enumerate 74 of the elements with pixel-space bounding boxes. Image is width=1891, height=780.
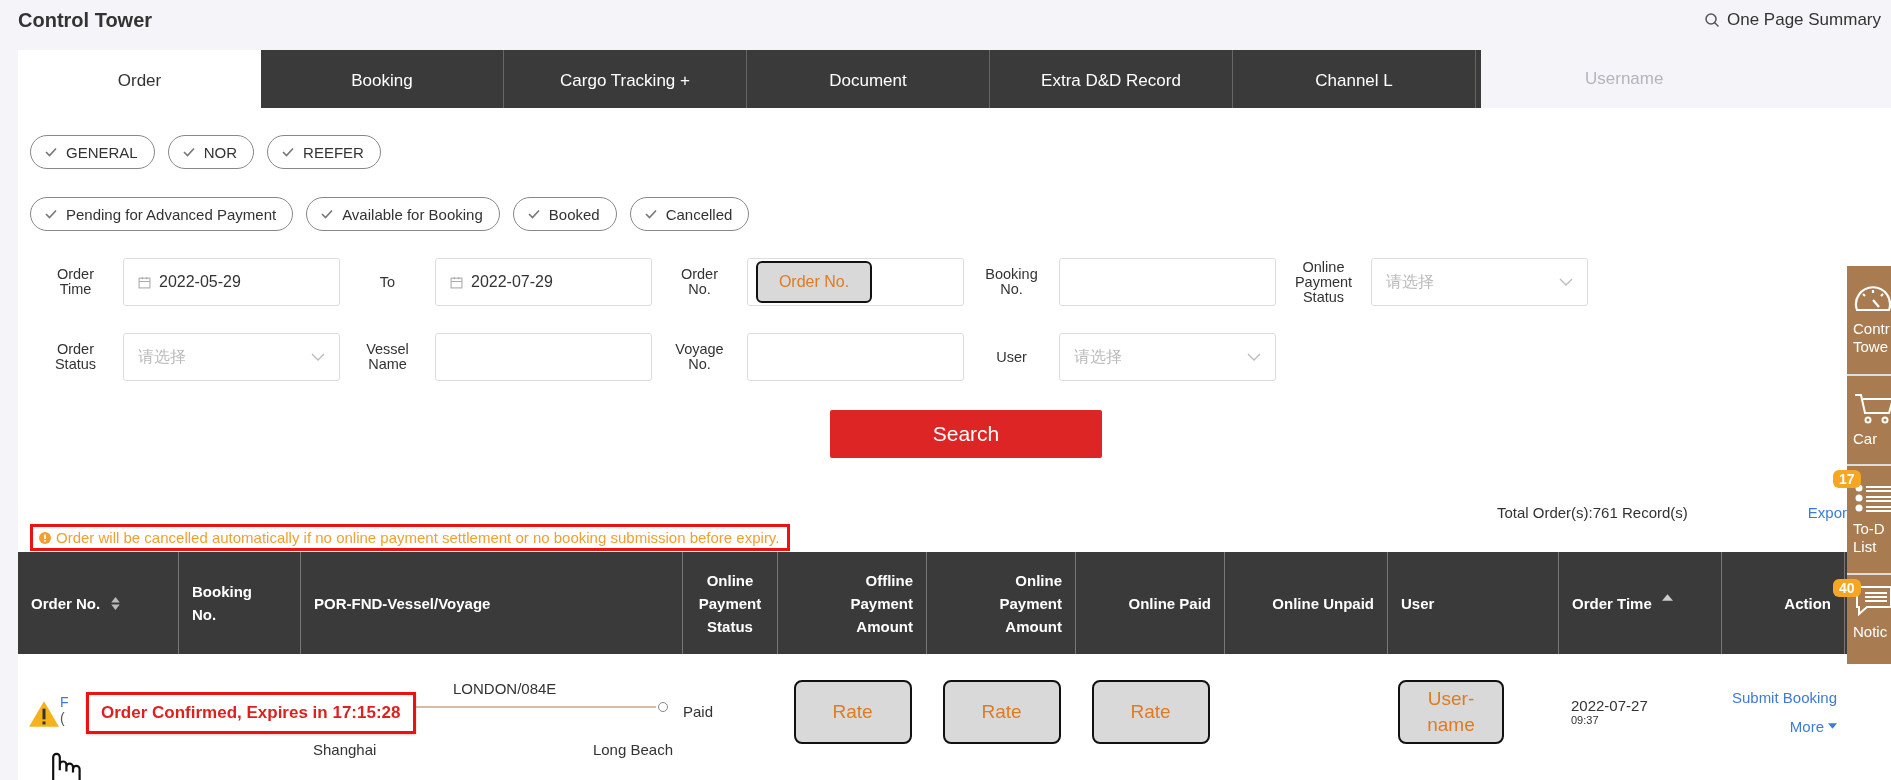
redaction-label: Order No.: [756, 261, 872, 303]
field-label: To: [378, 272, 397, 292]
page-title: Control Tower: [18, 8, 153, 32]
order-number[interactable]: F: [60, 693, 69, 710]
chevron-down-icon: [311, 353, 325, 361]
calendar-icon: [138, 276, 151, 288]
sort-ascending-icon: [1661, 593, 1673, 601]
more-link[interactable]: More: [1789, 717, 1837, 735]
check-icon: [644, 209, 657, 219]
field-label: Online Payment Status: [1293, 258, 1354, 306]
field-label: Order Time: [55, 265, 96, 299]
expiry-tooltip: Order Confirmed, Expires in 17:15:28: [86, 692, 416, 734]
payment-status: Paid: [683, 703, 714, 720]
caret-icon: [1828, 723, 1837, 729]
input-field[interactable]: [435, 333, 652, 381]
field-label: User: [995, 347, 1028, 367]
field-label: Vessel Name: [365, 340, 410, 374]
search-button[interactable]: Search: [830, 410, 1102, 458]
column-header[interactable]: Booking No.: [179, 552, 301, 654]
submit-booking-link[interactable]: Submit Booking: [1731, 688, 1837, 706]
column-header[interactable]: Online Paid: [1076, 552, 1225, 654]
count-badge: 17: [1833, 470, 1861, 488]
column-header[interactable]: User: [1388, 552, 1559, 654]
column-header[interactable]: Online Unpaid: [1225, 552, 1388, 654]
check-icon: [282, 147, 294, 157]
check-icon: [45, 209, 57, 219]
input-field[interactable]: [1059, 258, 1276, 306]
check-icon: [528, 209, 540, 219]
column-header[interactable]: POR-FND-Vessel/Voyage: [301, 552, 683, 654]
input-field[interactable]: 2022-07-29: [435, 258, 652, 306]
port-name: Shanghai: [313, 741, 377, 758]
field-label: Booking No.: [984, 265, 1039, 299]
input-field[interactable]: [747, 333, 964, 381]
list-icon: [1855, 484, 1891, 512]
chevron-down-icon: [1247, 353, 1261, 361]
field-label: Order Status: [53, 340, 98, 374]
order-subtext: (: [60, 709, 65, 726]
username-label: Username: [1585, 69, 1664, 89]
notice-text: Order will be cancelled automatically if no online payment settlement or no booking submission before expiry.: [56, 529, 780, 546]
field-label: Voyage No.: [674, 340, 725, 374]
column-header[interactable]: Online Payment Status: [683, 552, 778, 654]
input-field[interactable]: 2022-05-29: [123, 258, 340, 306]
column-header[interactable]: Offline Payment Amount: [778, 552, 927, 654]
check-icon: [321, 209, 333, 219]
tab[interactable]: Order: [18, 50, 261, 108]
check-icon: [182, 147, 195, 157]
summary-link[interactable]: One Page Summary: [1704, 10, 1881, 30]
vessel-voyage: LONDON/084E: [453, 680, 557, 697]
redaction-label: Rate: [793, 679, 912, 744]
count-badge: 40: [1833, 579, 1861, 597]
redaction-label: Rate: [1091, 679, 1210, 744]
redaction-label: Rate: [942, 679, 1061, 744]
gauge-icon: [1854, 286, 1891, 312]
warning-icon: [29, 701, 59, 727]
column-header[interactable]: Order Time: [1559, 552, 1722, 654]
calendar-icon: [450, 276, 463, 288]
export-link[interactable]: Expor: [1807, 503, 1847, 521]
redaction-label: User-name: [1398, 679, 1504, 744]
order-time: 09:37: [1571, 714, 1599, 726]
sidebar-item[interactable]: Contr Towe: [1847, 266, 1891, 376]
cart-icon: [1854, 394, 1891, 424]
search-icon: [1705, 13, 1720, 28]
total-records: Total Order(s):761 Record(s): [1496, 503, 1688, 521]
sidebar-item[interactable]: Car: [1847, 376, 1891, 466]
message-icon: [1856, 586, 1891, 617]
sort-icon: [111, 596, 120, 610]
column-header[interactable]: Online Payment Amount: [927, 552, 1076, 654]
chevron-down-icon: [1559, 278, 1573, 286]
port-name: Long Beach: [592, 741, 673, 758]
column-header[interactable]: Order No.: [18, 552, 179, 654]
order-date: 2022-07-27: [1571, 697, 1648, 714]
field-label: Order No.: [679, 265, 720, 299]
info-icon: [39, 531, 51, 544]
check-icon: [45, 147, 57, 157]
